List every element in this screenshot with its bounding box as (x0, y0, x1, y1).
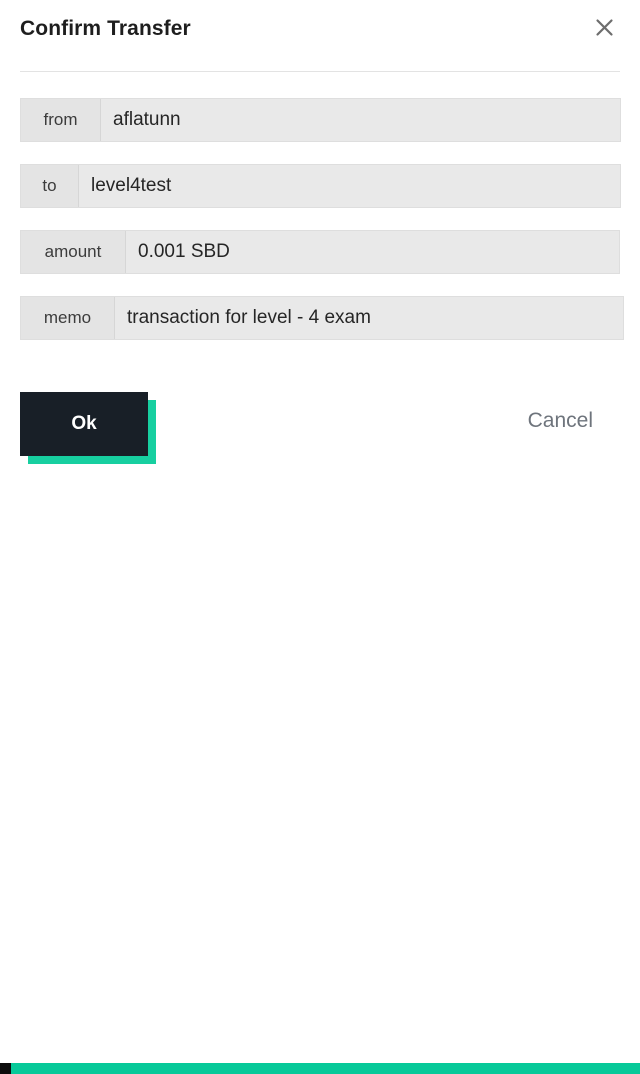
field-value-memo: transaction for level - 4 exam (115, 297, 623, 339)
field-row-to: to level4test (20, 164, 621, 208)
ok-button[interactable]: Ok (20, 392, 148, 456)
bottom-bar-marker (0, 1063, 11, 1074)
cancel-button[interactable]: Cancel (528, 409, 593, 433)
field-value-from: aflatunn (101, 99, 620, 141)
close-button[interactable] (589, 12, 619, 42)
dialog-actions: Ok Cancel (0, 392, 640, 472)
field-label-to: to (21, 165, 79, 207)
bottom-status-bar (0, 1063, 640, 1074)
field-label-memo: memo (21, 297, 115, 339)
dialog-header: Confirm Transfer (0, 0, 640, 72)
field-label-from: from (21, 99, 101, 141)
field-row-memo: memo transaction for level - 4 exam (20, 296, 624, 340)
page-title: Confirm Transfer (20, 17, 191, 40)
close-icon (595, 18, 614, 37)
field-value-to: level4test (79, 165, 620, 207)
confirm-transfer-dialog: Confirm Transfer from aflatunn to level4… (0, 0, 640, 464)
field-label-amount: amount (21, 231, 126, 273)
transfer-details: from aflatunn to level4test amount 0.001… (0, 98, 640, 362)
ok-button-wrap: Ok (20, 392, 156, 464)
field-value-amount: 0.001 SBD (126, 231, 619, 273)
field-row-amount: amount 0.001 SBD (20, 230, 620, 274)
field-row-from: from aflatunn (20, 98, 621, 142)
header-divider (20, 71, 620, 72)
